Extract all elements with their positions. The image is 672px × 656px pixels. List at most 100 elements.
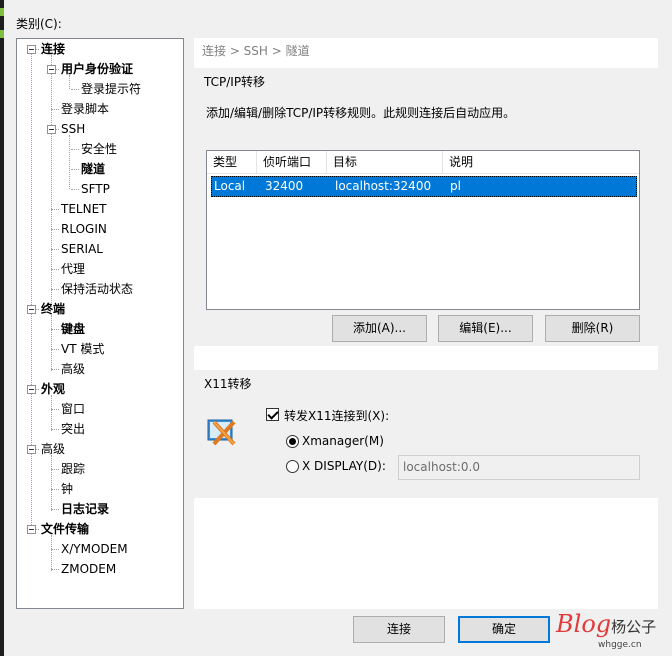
tree-item[interactable]: 用户身份验证 bbox=[61, 61, 133, 77]
row-target: localhost:32400 bbox=[335, 179, 432, 193]
column-header-target[interactable]: 目标 bbox=[327, 151, 443, 174]
collapse-toggle-icon[interactable] bbox=[27, 45, 36, 54]
column-header-description[interactable]: 说明 bbox=[443, 151, 639, 174]
tree-item[interactable]: 高级 bbox=[41, 441, 65, 457]
tree-item[interactable]: VT 模式 bbox=[61, 341, 104, 357]
xdisplay-input[interactable]: localhost:0.0 bbox=[398, 455, 640, 480]
xmanager-radio[interactable] bbox=[286, 435, 299, 448]
tree-line bbox=[51, 549, 59, 550]
tree-line bbox=[69, 135, 70, 189]
tree-item-label: SSH bbox=[61, 122, 86, 136]
watermark-blog: Blog bbox=[556, 610, 612, 638]
tree-item[interactable]: 连接 bbox=[41, 41, 65, 57]
tree-item[interactable]: 跟踪 bbox=[61, 461, 85, 477]
x11-section-title: X11转移 bbox=[204, 377, 252, 391]
tree-line bbox=[71, 89, 79, 90]
tree-line bbox=[51, 249, 59, 250]
tree-item[interactable]: 高级 bbox=[61, 361, 85, 377]
collapse-toggle-icon[interactable] bbox=[27, 305, 36, 314]
x11-section-body: 转发X11连接到(X): Xmanager(M) X DISPLAY(D): l… bbox=[194, 394, 658, 498]
delete-rule-button[interactable]: 删除(R) bbox=[545, 315, 640, 342]
tree-item-label: 连接 bbox=[41, 42, 66, 56]
tree-line bbox=[51, 489, 59, 490]
tree-item[interactable]: RLOGIN bbox=[61, 221, 107, 237]
column-header-type[interactable]: 类型 bbox=[207, 151, 257, 174]
watermark-site: whgge.cn bbox=[598, 640, 642, 650]
tree-item[interactable]: 钟 bbox=[61, 481, 73, 497]
tree-line bbox=[51, 109, 59, 110]
tree-item[interactable]: SFTP bbox=[81, 181, 110, 197]
tree-item[interactable]: 突出 bbox=[61, 421, 85, 437]
xmanager-icon bbox=[207, 419, 236, 446]
tree-item-label: 保持活动状态 bbox=[61, 282, 134, 296]
collapse-toggle-icon[interactable] bbox=[47, 125, 56, 134]
forward-x11-checkbox[interactable] bbox=[266, 408, 279, 421]
category-tree[interactable]: 连接用户身份验证登录提示符登录脚本 SSH 安全性隧道 SFTP TELNET RLOGI… bbox=[16, 38, 184, 609]
ok-button[interactable]: 确定 bbox=[458, 616, 550, 643]
watermark: Blog杨公子 whgge.cn bbox=[556, 610, 657, 650]
collapse-toggle-icon[interactable] bbox=[27, 445, 36, 454]
tree-line bbox=[51, 349, 59, 350]
tree-item-label: SERIAL bbox=[61, 242, 103, 256]
forward-x11-label[interactable]: 转发X11连接到(X): bbox=[284, 407, 389, 424]
tree-item-label: 高级 bbox=[41, 442, 66, 456]
collapse-toggle-icon[interactable] bbox=[27, 525, 36, 534]
tree-item[interactable]: 窗口 bbox=[61, 401, 85, 417]
tree-item-label: 外观 bbox=[41, 382, 66, 396]
table-row[interactable]: Local 32400 localhost:32400 pl bbox=[211, 176, 637, 197]
tree-item[interactable]: 终端 bbox=[41, 301, 65, 317]
tree-line bbox=[51, 229, 59, 230]
column-header-port[interactable]: 侦听端口 bbox=[257, 151, 327, 174]
tree-item-label: 日志记录 bbox=[61, 502, 110, 516]
tree-item-label: RLOGIN bbox=[61, 222, 107, 236]
tree-item-label: 高级 bbox=[61, 362, 86, 376]
row-type: Local bbox=[214, 179, 246, 193]
forwarding-rules-list[interactable]: 类型 侦听端口 目标 说明 Local 32400 localhost:3240… bbox=[206, 150, 640, 310]
tree-item[interactable]: SERIAL bbox=[61, 241, 103, 257]
tree-item-label: VT 模式 bbox=[61, 342, 105, 356]
tree-item[interactable]: 隧道 bbox=[81, 161, 105, 177]
collapse-toggle-icon[interactable] bbox=[47, 65, 56, 74]
add-rule-button[interactable]: 添加(A)... bbox=[332, 315, 427, 342]
tree-item[interactable]: SSH bbox=[61, 121, 85, 137]
breadcrumb: 连接 > SSH > 隧道 bbox=[202, 44, 310, 58]
xmanager-label[interactable]: Xmanager(M) bbox=[302, 434, 384, 448]
tree-line bbox=[51, 455, 52, 511]
tcp-section-title: TCP/IP转移 bbox=[204, 75, 266, 89]
xdisplay-label[interactable]: X DISPLAY(D): bbox=[302, 459, 386, 473]
x11-section-header: X11转移 bbox=[194, 370, 658, 394]
tree-line bbox=[51, 429, 59, 430]
tree-line bbox=[51, 395, 52, 431]
watermark-name: 杨公子 bbox=[611, 618, 657, 636]
tree-item[interactable]: 键盘 bbox=[61, 321, 85, 337]
tree-line bbox=[71, 149, 79, 150]
settings-panel: 连接 > SSH > 隧道 TCP/IP转移 添加/编辑/删除TCP/IP转移规… bbox=[194, 38, 658, 609]
tree-line bbox=[69, 75, 70, 89]
tree-item[interactable]: X/YMODEM bbox=[61, 541, 128, 557]
tree-item[interactable]: 外观 bbox=[41, 381, 65, 397]
tree-item-label: ZMODEM bbox=[61, 562, 117, 576]
tree-item[interactable]: 安全性 bbox=[81, 141, 117, 157]
tree-item[interactable]: 日志记录 bbox=[61, 501, 109, 517]
row-description: pl bbox=[450, 179, 461, 193]
tree-item[interactable]: 文件传输 bbox=[41, 521, 89, 537]
tree-item[interactable]: TELNET bbox=[61, 201, 107, 217]
collapse-toggle-icon[interactable] bbox=[27, 385, 36, 394]
tree-line bbox=[51, 209, 59, 210]
tree-line bbox=[51, 569, 59, 570]
tree-item[interactable]: ZMODEM bbox=[61, 561, 116, 577]
edit-rule-button[interactable]: 编辑(E)... bbox=[438, 315, 533, 342]
tree-item-label: 钟 bbox=[61, 482, 74, 496]
tree-item-label: 键盘 bbox=[61, 322, 86, 336]
tree-item[interactable]: 登录提示符 bbox=[81, 81, 141, 97]
xdisplay-radio[interactable] bbox=[286, 460, 299, 473]
connect-button[interactable]: 连接 bbox=[353, 616, 445, 643]
tree-item-label: 跟踪 bbox=[61, 462, 86, 476]
tree-item[interactable]: 保持活动状态 bbox=[61, 281, 133, 297]
tree-item-label: 终端 bbox=[41, 302, 66, 316]
tree-line bbox=[51, 409, 59, 410]
tree-item[interactable]: 代理 bbox=[61, 261, 85, 277]
tree-line bbox=[51, 329, 59, 330]
tree-line bbox=[71, 189, 79, 190]
tree-item[interactable]: 登录脚本 bbox=[61, 101, 109, 117]
